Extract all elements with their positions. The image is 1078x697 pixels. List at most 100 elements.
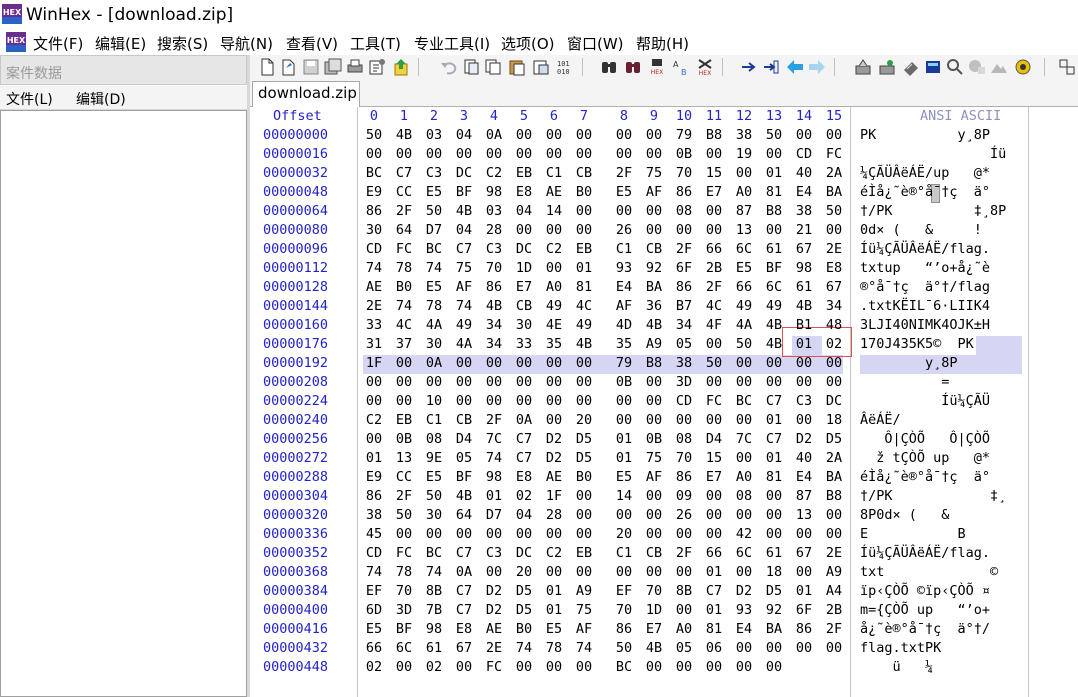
hex-byte[interactable]: 28 bbox=[481, 222, 507, 238]
hex-row[interactable]: 00000432 66 6C 61 67 2E 74 78 74 50 4B 05 06 00 00 00 00… bbox=[250, 640, 1078, 659]
hex-byte[interactable]: 00 bbox=[701, 488, 727, 504]
hex-byte[interactable]: DC bbox=[821, 393, 847, 409]
hex-byte[interactable]: 13 bbox=[391, 450, 417, 466]
hex-byte[interactable]: 40 bbox=[791, 450, 817, 466]
hex-byte[interactable]: 6C bbox=[731, 545, 757, 561]
back-icon[interactable] bbox=[786, 58, 804, 76]
hex-byte[interactable]: 70 bbox=[481, 260, 507, 276]
hex-byte[interactable]: 00 bbox=[361, 431, 387, 447]
menu-tools[interactable]: 工具(T) bbox=[350, 33, 401, 54]
hex-byte[interactable]: 00 bbox=[761, 355, 787, 371]
hex-byte[interactable]: C7 bbox=[451, 241, 477, 257]
hex-byte[interactable]: 0A bbox=[481, 127, 507, 143]
new-file-icon[interactable] bbox=[258, 58, 276, 76]
hex-byte[interactable]: D5 bbox=[511, 583, 537, 599]
hex-byte[interactable]: 8B bbox=[671, 583, 697, 599]
hex-byte[interactable]: 13 bbox=[791, 507, 817, 523]
hex-byte[interactable]: 7B bbox=[421, 602, 447, 618]
hex-byte[interactable]: 50 bbox=[421, 203, 447, 219]
menu-navigation[interactable]: 导航(N) bbox=[220, 33, 273, 54]
hex-row[interactable]: 00000304 86 2F 50 4B 01 02 1F 00 14 00 09 00 08 00 87 B8… bbox=[250, 488, 1078, 507]
hex-byte[interactable]: 00 bbox=[611, 146, 637, 162]
hex-byte[interactable]: 00 bbox=[641, 507, 667, 523]
disk-icon[interactable] bbox=[854, 58, 872, 76]
hex-byte[interactable]: 00 bbox=[701, 526, 727, 542]
hex-byte[interactable]: 05 bbox=[451, 450, 477, 466]
hex-byte[interactable]: B8 bbox=[821, 488, 847, 504]
hex-byte[interactable]: 0B bbox=[391, 431, 417, 447]
ascii-text[interactable]: = bbox=[860, 374, 990, 390]
hex-byte[interactable]: 08 bbox=[421, 431, 447, 447]
hex-byte[interactable]: 00 bbox=[611, 203, 637, 219]
hex-byte[interactable]: 74 bbox=[391, 298, 417, 314]
hex-byte[interactable]: 86 bbox=[671, 184, 697, 200]
hex-byte[interactable]: C7 bbox=[511, 431, 537, 447]
hex-byte[interactable]: 00 bbox=[821, 526, 847, 542]
ascii-text[interactable]: Ô|ÇÒÕ Ô|ÇÒÕ bbox=[860, 431, 990, 447]
hex-row[interactable]: 00000096 CD FC BC C7 C3 DC C2 EB C1 CB 2F 66 6C 61 67 2E… bbox=[250, 241, 1078, 260]
hex-row[interactable]: 00000080 30 64 D7 04 28 00 00 00 26 00 00 00 13 00 21 00… bbox=[250, 222, 1078, 241]
hex-byte[interactable]: 00 bbox=[571, 659, 597, 675]
hex-byte[interactable]: 6C bbox=[391, 640, 417, 656]
hex-byte[interactable]: D2 bbox=[481, 583, 507, 599]
hex-byte[interactable]: 4B bbox=[791, 298, 817, 314]
hex-byte[interactable]: AE bbox=[541, 184, 567, 200]
hex-byte[interactable]: 00 bbox=[451, 355, 477, 371]
hex-byte[interactable]: E8 bbox=[511, 469, 537, 485]
hex-byte[interactable]: 18 bbox=[761, 564, 787, 580]
hex-byte[interactable]: 00 bbox=[391, 659, 417, 675]
hex-byte[interactable]: 00 bbox=[641, 526, 667, 542]
hex-byte[interactable]: 50 bbox=[391, 507, 417, 523]
hex-byte[interactable]: 37 bbox=[391, 336, 417, 352]
hex-byte[interactable]: DC bbox=[511, 241, 537, 257]
hex-byte[interactable]: 01 bbox=[761, 450, 787, 466]
hex-row[interactable]: 00000320 38 50 30 64 D7 04 28 00 00 00 26 00 00 00 13 00… bbox=[250, 507, 1078, 526]
hex-byte[interactable]: 49 bbox=[571, 317, 597, 333]
hex-byte[interactable]: 4A bbox=[731, 317, 757, 333]
hex-byte[interactable]: E5 bbox=[421, 279, 447, 295]
hex-byte[interactable]: 20 bbox=[611, 526, 637, 542]
hex-byte[interactable]: 00 bbox=[481, 564, 507, 580]
hex-byte[interactable]: E8 bbox=[451, 621, 477, 637]
hex-byte[interactable]: 3D bbox=[391, 602, 417, 618]
hex-row[interactable]: 00000288 E9 CC E5 BF 98 E8 AE B0 E5 AF 86 E7 A0 81 E4 BA… bbox=[250, 469, 1078, 488]
ascii-text[interactable]: 8P0d× ( & bbox=[860, 507, 990, 523]
hex-byte[interactable]: A0 bbox=[671, 621, 697, 637]
hex-byte[interactable]: BF bbox=[451, 469, 477, 485]
hex-byte[interactable]: EB bbox=[511, 165, 537, 181]
hex-byte[interactable]: 79 bbox=[671, 127, 697, 143]
ascii-text[interactable]: txtup “’o+å¿˜è bbox=[860, 260, 990, 276]
hex-byte[interactable]: 2F bbox=[821, 621, 847, 637]
hex-byte[interactable]: 00 bbox=[391, 374, 417, 390]
hex-byte[interactable]: 81 bbox=[571, 279, 597, 295]
hex-byte[interactable]: 0A bbox=[511, 412, 537, 428]
hex-row[interactable]: 00000336 45 00 00 00 00 00 00 00 20 00 00 00 42 00 00 00… bbox=[250, 526, 1078, 545]
hex-byte[interactable]: 40 bbox=[791, 165, 817, 181]
cut-icon[interactable] bbox=[462, 58, 480, 76]
hex-byte[interactable]: 00 bbox=[361, 146, 387, 162]
hex-byte[interactable]: 0A bbox=[451, 564, 477, 580]
picture-icon[interactable] bbox=[990, 58, 1008, 76]
undo-icon[interactable] bbox=[440, 58, 458, 76]
hex-byte[interactable]: 00 bbox=[731, 374, 757, 390]
hex-byte[interactable]: C7 bbox=[451, 545, 477, 561]
hex-byte[interactable]: D4 bbox=[701, 431, 727, 447]
hex-byte[interactable]: 00 bbox=[641, 659, 667, 675]
hex-row[interactable]: 00000384 EF 70 8B C7 D2 D5 01 A9 EF 70 8B C7 D2 D5 01 A4… bbox=[250, 583, 1078, 602]
hex-byte[interactable]: 00 bbox=[481, 355, 507, 371]
hex-byte[interactable]: D5 bbox=[761, 583, 787, 599]
hex-byte[interactable]: 2F bbox=[391, 203, 417, 219]
hex-byte[interactable]: 00 bbox=[701, 507, 727, 523]
hex-byte[interactable]: E5 bbox=[611, 184, 637, 200]
hex-byte[interactable]: 00 bbox=[821, 374, 847, 390]
hex-byte[interactable]: 86 bbox=[791, 621, 817, 637]
hex-byte[interactable]: EB bbox=[391, 412, 417, 428]
hex-byte[interactable]: 42 bbox=[731, 526, 757, 542]
hex-byte[interactable]: 01 bbox=[701, 602, 727, 618]
hex-byte[interactable]: 78 bbox=[421, 298, 447, 314]
hex-byte[interactable]: 33 bbox=[361, 317, 387, 333]
hex-byte[interactable]: 00 bbox=[701, 659, 727, 675]
menu-edit[interactable]: 编辑(E) bbox=[95, 33, 146, 54]
print-icon[interactable] bbox=[346, 58, 364, 76]
hex-byte[interactable]: CB bbox=[511, 298, 537, 314]
